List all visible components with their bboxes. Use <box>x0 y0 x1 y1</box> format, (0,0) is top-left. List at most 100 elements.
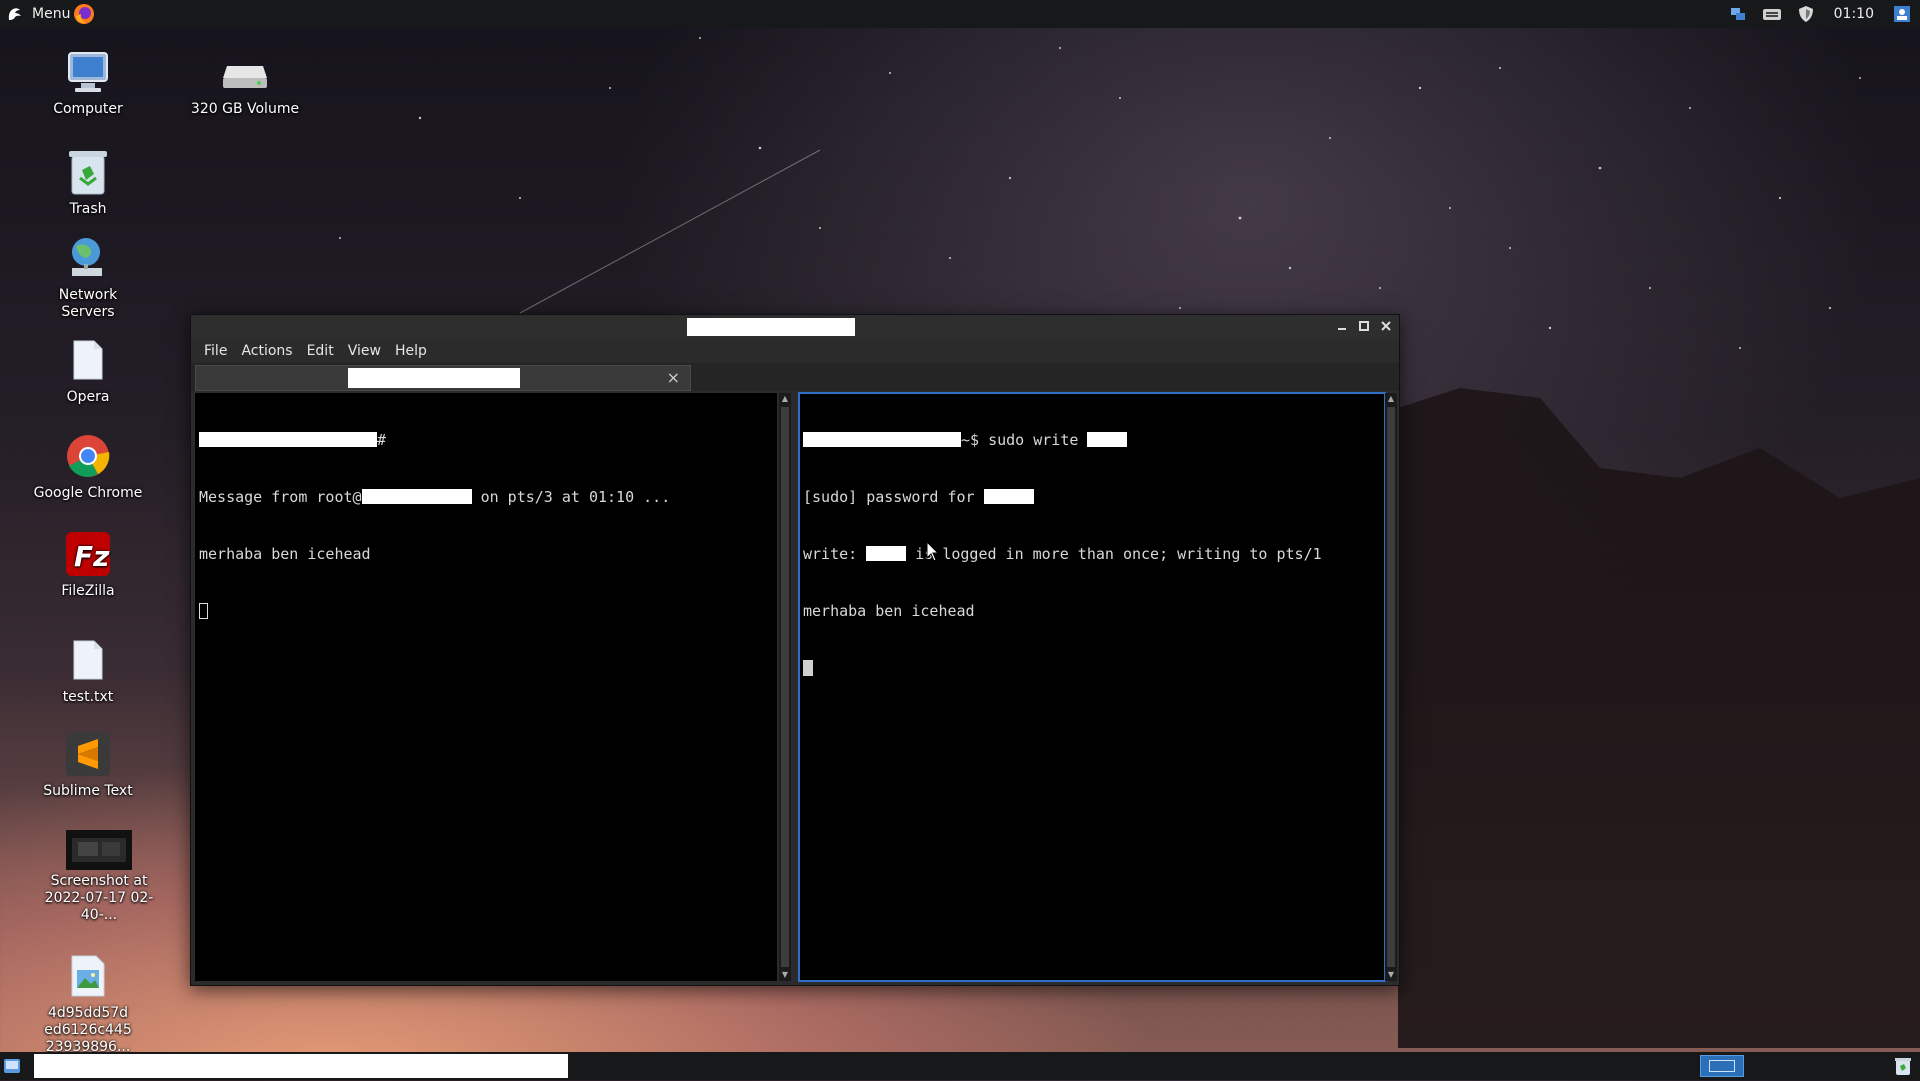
cursor-line <box>799 659 1385 678</box>
mouse-pointer-icon <box>926 541 940 562</box>
redacted-hostname <box>199 432 377 447</box>
message-suffix: on pts/3 at 01:10 ... <box>471 488 671 506</box>
menu-help[interactable]: Help <box>390 343 436 359</box>
desktop-icon-label: Opera <box>66 389 110 405</box>
desktop-icon-network-servers[interactable]: Network Servers <box>33 232 143 321</box>
minimize-icon[interactable] <box>1333 317 1351 335</box>
scrollbar-thumb[interactable] <box>1387 407 1395 967</box>
trash-icon[interactable] <box>1892 1055 1914 1077</box>
menu-actions[interactable]: Actions <box>236 343 301 359</box>
write-notice-line: write: is logged in more than once; writ… <box>799 545 1385 564</box>
keyboard-icon[interactable] <box>1762 4 1782 24</box>
terminal-pane-right[interactable]: ~$ sudo write [sudo] password for write:… <box>798 392 1386 982</box>
desktop-icon-google-chrome[interactable]: Google Chrome <box>33 430 143 502</box>
desktop-icon-label: Google Chrome <box>33 485 143 501</box>
desktop-icon-label: Screenshot at 2022-07-17 02-40-... <box>44 873 154 923</box>
desktop-icon-label: FileZilla <box>61 583 115 599</box>
clock[interactable]: 01:10 <box>1830 6 1878 22</box>
terminal-menubar: File Actions Edit View Help <box>191 339 1399 363</box>
scrollbar-left[interactable]: ▲ ▼ <box>779 393 791 981</box>
redacted-username <box>983 489 1034 504</box>
sublime-icon <box>62 728 114 780</box>
scroll-up-icon[interactable]: ▲ <box>1385 393 1397 405</box>
svg-text:Fz: Fz <box>74 540 110 573</box>
firefox-icon[interactable] <box>72 2 96 26</box>
desktop-icon-image-file[interactable]: 4d95dd57d ed6126c445 23939896... <box>33 950 143 1056</box>
drive-icon <box>219 46 271 98</box>
pane-splitter[interactable] <box>791 393 799 981</box>
workspace-window-preview <box>1709 1060 1735 1072</box>
window-controls <box>1333 317 1395 335</box>
message-prefix: Message from root@ <box>199 488 362 506</box>
terminal-pane-left[interactable]: # Message from root@ on pts/3 at 01:10 .… <box>195 393 777 981</box>
menu-view[interactable]: View <box>343 343 390 359</box>
menu-file[interactable]: File <box>199 343 236 359</box>
cursor-line <box>195 602 777 621</box>
desktop-icon-test-txt[interactable]: test.txt <box>33 634 143 706</box>
screenshot-thumbnail <box>66 830 132 870</box>
menu-logo-icon <box>4 3 26 25</box>
message-header-line: Message from root@ on pts/3 at 01:10 ... <box>195 488 777 507</box>
desktop-icon-label: Trash <box>69 201 107 217</box>
desktop-icon-label: Sublime Text <box>43 783 133 799</box>
scroll-up-icon[interactable]: ▲ <box>779 393 791 405</box>
top-panel: Menu 01:10 <box>0 0 1920 28</box>
network-icon[interactable] <box>1728 4 1748 24</box>
shield-icon[interactable] <box>1796 4 1816 24</box>
sudo-prefix: [sudo] password for <box>803 488 984 506</box>
redacted-hostname <box>803 432 961 447</box>
menu-button[interactable]: Menu <box>4 2 70 26</box>
tab-close-icon[interactable]: × <box>667 368 680 387</box>
scroll-down-icon[interactable]: ▼ <box>1385 969 1397 981</box>
sudo-prompt-line: [sudo] password for <box>799 488 1385 507</box>
show-desktop-icon[interactable] <box>2 1056 22 1076</box>
desktop-icon-computer[interactable]: Computer <box>33 46 143 118</box>
window-titlebar[interactable] <box>191 315 1399 339</box>
desktop-icon-filezilla[interactable]: Fz FileZilla <box>33 528 143 600</box>
image-file-icon <box>62 950 114 1002</box>
user-icon[interactable] <box>1892 4 1912 24</box>
trash-icon <box>62 146 114 198</box>
message-line: merhaba ben icehead <box>803 602 975 620</box>
message-line: merhaba ben icehead <box>199 545 371 563</box>
prompt-line: # <box>195 431 777 450</box>
desktop-icon-label: test.txt <box>62 689 114 705</box>
scrollbar-thumb[interactable] <box>781 407 789 967</box>
write-suffix: is logged in more than once; writing to … <box>906 545 1322 563</box>
terminal-cursor <box>803 660 813 676</box>
network-servers-icon <box>62 232 114 284</box>
menu-edit[interactable]: Edit <box>302 343 343 359</box>
file-icon <box>62 334 114 386</box>
chrome-icon <box>62 430 114 482</box>
redacted-username <box>866 546 907 561</box>
desktop-icon-label: Network Servers <box>58 287 118 320</box>
scrollbar-right[interactable]: ▲ ▼ <box>1385 393 1397 981</box>
desktop-icon-label: 4d95dd57d ed6126c445 23939896... <box>44 1005 132 1055</box>
desktop-icon-screenshot[interactable]: Screenshot at 2022-07-17 02-40-... <box>44 830 154 924</box>
desktop-icon-opera[interactable]: Opera <box>33 334 143 406</box>
desktop-icon-label: 320 GB Volume <box>190 101 300 117</box>
prompt-suffix: ~$ sudo write <box>961 431 1088 449</box>
terminal-tab[interactable]: × <box>195 365 691 391</box>
desktop-icon-volume[interactable]: 320 GB Volume <box>190 46 300 118</box>
close-icon[interactable] <box>1377 317 1395 335</box>
bottom-panel <box>0 1052 1920 1080</box>
tab-bar: × <box>191 363 1399 391</box>
terminal-cursor <box>199 603 208 619</box>
computer-icon <box>62 46 114 98</box>
taskbar-item-redacted[interactable] <box>34 1054 568 1078</box>
workspace-switcher[interactable] <box>1700 1055 1744 1077</box>
prompt-line: ~$ sudo write <box>799 431 1385 450</box>
scroll-down-icon[interactable]: ▼ <box>779 969 791 981</box>
redacted-username <box>1087 432 1128 447</box>
write-prefix: write: <box>803 545 867 563</box>
filezilla-icon: Fz <box>62 528 114 580</box>
desktop-icon-sublime-text[interactable]: Sublime Text <box>33 728 143 800</box>
desktop-icon-trash[interactable]: Trash <box>33 146 143 218</box>
maximize-icon[interactable] <box>1355 317 1373 335</box>
prompt-suffix: # <box>377 431 387 449</box>
desktop-icon-label: Computer <box>53 101 123 117</box>
redacted-sender-host <box>361 489 472 504</box>
text-file-icon <box>62 634 114 686</box>
menu-label: Menu <box>32 6 71 22</box>
